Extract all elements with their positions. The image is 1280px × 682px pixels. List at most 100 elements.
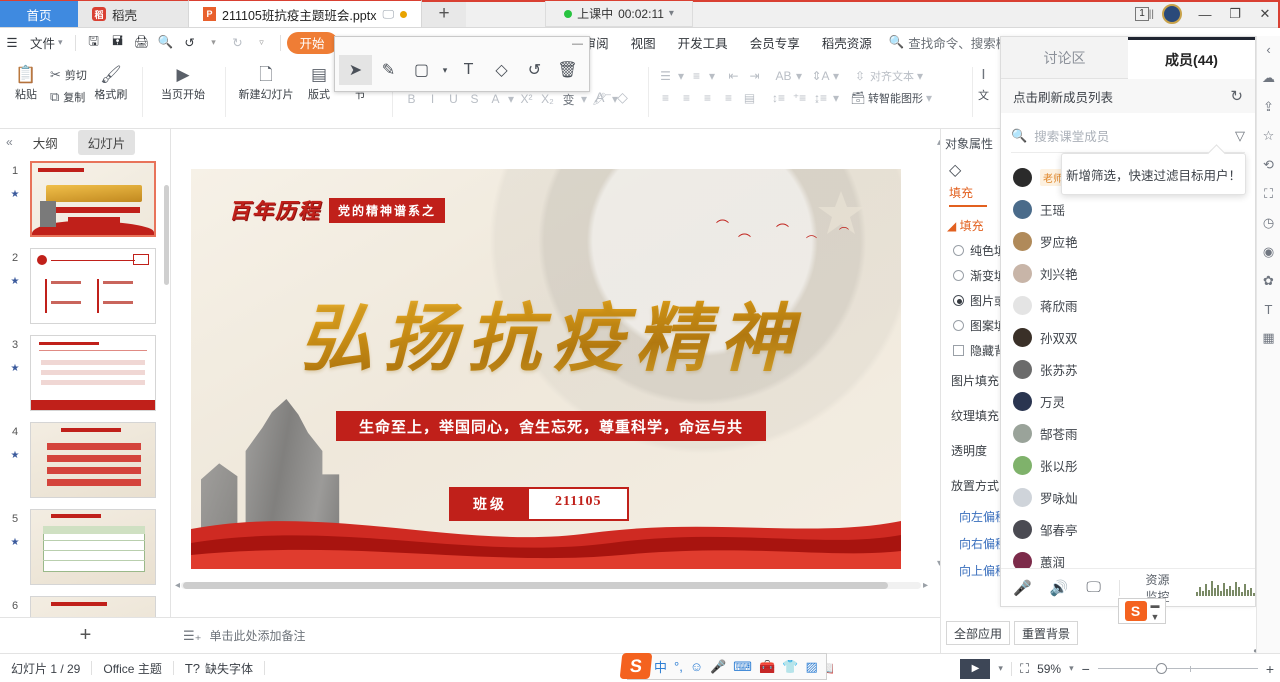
line-height-icon[interactable]: ↨≡	[811, 89, 830, 108]
minimize-button[interactable]: —	[1190, 0, 1220, 28]
shapes-icon[interactable]: ✿	[1263, 273, 1274, 289]
zoom-dropdown-icon[interactable]: ▾	[1069, 663, 1074, 674]
add-slide-button[interactable]: +	[0, 617, 171, 653]
sogou-logo-icon[interactable]: S	[620, 653, 653, 679]
row-texture-fill[interactable]: 纹理填充	[941, 398, 1000, 433]
underline-button[interactable]: U	[444, 90, 463, 109]
align-text-icon[interactable]: ⇳	[852, 66, 868, 85]
eraser-tool-icon[interactable]: ◇	[485, 55, 518, 85]
option-hide-background[interactable]: 隐藏背景图形	[941, 338, 1000, 363]
italic-button[interactable]: I	[423, 90, 442, 109]
justify-icon[interactable]: ≡	[719, 89, 738, 108]
new-tab-button[interactable]: +	[422, 1, 466, 27]
undo-icon[interactable]: ↺	[178, 32, 202, 54]
current-slide[interactable]: ︵ ︵ ︵ ︵ ︵ 百年历程 党的精神谱系之 弘扬抗疫精神 生命至上，举国同心，…	[191, 169, 901, 569]
distribute-icon[interactable]: ▤	[740, 89, 759, 108]
tab-document[interactable]: P 211105班抗疫主题班会.pptx 🖵	[188, 0, 422, 27]
align-text-label[interactable]: 对齐文本	[870, 68, 914, 84]
line-spacing-icon[interactable]: ⇕A	[811, 66, 830, 85]
member-row[interactable]: 蕙润	[1001, 545, 1255, 569]
print-icon[interactable]: 🖨	[130, 32, 154, 54]
member-row[interactable]: 孙双双	[1001, 321, 1255, 353]
ink-toolbar-minimize[interactable]: —	[335, 37, 589, 51]
chevron-down-icon[interactable]: ▾	[669, 8, 674, 19]
align-center-icon[interactable]: ≡	[677, 89, 696, 108]
thumbnail-3[interactable]: 3 ★	[0, 329, 171, 416]
class-status-bar[interactable]: 上课中 00:02:11 ▾	[545, 1, 693, 27]
redo-icon[interactable]: ↻	[226, 32, 250, 54]
text-box-label[interactable]: 文	[978, 87, 989, 103]
member-row[interactable]: 邹春亭	[1001, 513, 1255, 545]
zoom-level-label[interactable]: 59%	[1037, 662, 1061, 676]
screen-share-off-icon[interactable]: 🖵	[1086, 579, 1100, 596]
option-solid-fill[interactable]: 纯色填充	[941, 238, 1000, 263]
save-icon[interactable]: 🖫	[82, 32, 106, 54]
member-row[interactable]: 罗应艳	[1001, 225, 1255, 257]
clear-format-icon[interactable]: ◇	[613, 88, 632, 107]
microphone-icon[interactable]: 🎤	[1013, 579, 1032, 597]
monitor-icon[interactable]: 🖵	[382, 7, 394, 22]
subrow-offset-left[interactable]: 向左偏移	[941, 503, 1000, 530]
text-cursor-icon[interactable]: I	[981, 61, 985, 87]
text-direction-dropdown-icon[interactable]: ▾	[795, 66, 803, 85]
scroll-right-icon[interactable]: ▸	[923, 580, 928, 591]
fit-to-window-icon[interactable]: ⛶	[1020, 661, 1029, 677]
text-direction-icon[interactable]: AB	[774, 66, 793, 85]
subrow-offset-top[interactable]: 向上偏移	[941, 557, 1000, 584]
voice-input-icon[interactable]: 🎤	[710, 659, 726, 675]
number-dropdown-icon[interactable]: ▾	[708, 66, 716, 85]
line-height-dropdown-icon[interactable]: ▾	[832, 89, 840, 108]
star-icon[interactable]: ☆	[1263, 128, 1275, 144]
soft-keyboard-icon[interactable]: ⌨	[733, 659, 752, 675]
thumbnail-6[interactable]: 6	[0, 590, 171, 617]
clock-icon[interactable]: ◷	[1263, 215, 1274, 231]
punctuation-icon[interactable]: °,	[674, 659, 683, 674]
font-color-button[interactable]: A	[486, 90, 505, 109]
smartart-dropdown-icon[interactable]: ▾	[925, 89, 933, 108]
tab-outline[interactable]: 大纲	[23, 130, 68, 155]
grid-icon[interactable]: ▦	[1262, 330, 1274, 346]
paragraph-spacing-icon[interactable]: ↕≡	[769, 89, 788, 108]
chinese-mode-icon[interactable]: 中	[654, 657, 667, 676]
slider-knob[interactable]	[1156, 663, 1167, 674]
zoom-out-button[interactable]: −	[1082, 661, 1090, 677]
history-icon[interactable]: ⟲	[1263, 157, 1274, 173]
save-as-icon[interactable]: 🖬	[106, 32, 130, 54]
undo-dropdown-icon[interactable]: ▾	[202, 32, 226, 54]
menu-file[interactable]: 文件 ▾	[24, 32, 69, 54]
shape-dropdown-icon[interactable]: ▾	[438, 55, 452, 85]
member-row[interactable]: 王瑶	[1001, 193, 1255, 225]
row-placement[interactable]: 放置方式	[941, 468, 1000, 503]
option-picture-fill[interactable]: 图片或纹理填充	[941, 288, 1000, 313]
bold-button[interactable]: B	[402, 90, 421, 109]
share-icon[interactable]: ⇪	[1263, 99, 1274, 115]
tab-members[interactable]: 成员(44)	[1128, 37, 1255, 79]
superscript-button[interactable]: X²	[517, 90, 536, 109]
sogou-mini-toolbar[interactable]: S ▬▼	[1118, 598, 1166, 624]
properties-tab-fill[interactable]: 填充	[941, 182, 1000, 205]
hamburger-icon[interactable]: ☰	[0, 32, 24, 54]
start-slideshow-button[interactable]: ▶	[960, 659, 990, 679]
chevron-left-icon[interactable]: ‹	[1266, 42, 1270, 57]
member-row[interactable]: 万灵	[1001, 385, 1255, 417]
undo-tool-icon[interactable]: ↺	[518, 55, 551, 85]
new-slide-button[interactable]: 🗋 新建幻灯片	[234, 61, 298, 102]
align-text-dropdown-icon[interactable]: ▾	[916, 66, 924, 85]
row-transparency[interactable]: 透明度	[941, 433, 1000, 468]
fill-section-header[interactable]: ◢ 填充	[941, 207, 1000, 238]
skin-icon[interactable]: 👕	[782, 659, 798, 675]
to-smartart-label[interactable]: 转智能图形	[868, 90, 923, 106]
delete-tool-icon[interactable]: 🗑	[551, 55, 584, 85]
slide-title[interactable]: 弘扬抗疫精神	[241, 279, 861, 386]
bullet-dropdown-icon[interactable]: ▾	[677, 66, 685, 85]
toolbox-icon[interactable]: 🧰	[759, 659, 775, 675]
cut-button[interactable]: ✂ 剪切	[50, 65, 87, 84]
member-row[interactable]: 罗咏灿	[1001, 481, 1255, 513]
customize-qat-icon[interactable]: ▿	[250, 32, 274, 54]
thumbnail-list[interactable]: 1 ★ 2 ★	[0, 155, 171, 617]
zoom-slider[interactable]	[1098, 663, 1258, 675]
sogou-menu-icon[interactable]: ▬▼	[1151, 600, 1160, 622]
members-list[interactable]: 老师 李娟 王瑶 罗应艳 刘兴艳 蒋欣雨 孙双双	[1001, 161, 1255, 569]
thumbnail-scrollbar[interactable]	[164, 185, 169, 285]
notes-area[interactable]: ☰₊ 单击此处添加备注	[171, 617, 940, 653]
